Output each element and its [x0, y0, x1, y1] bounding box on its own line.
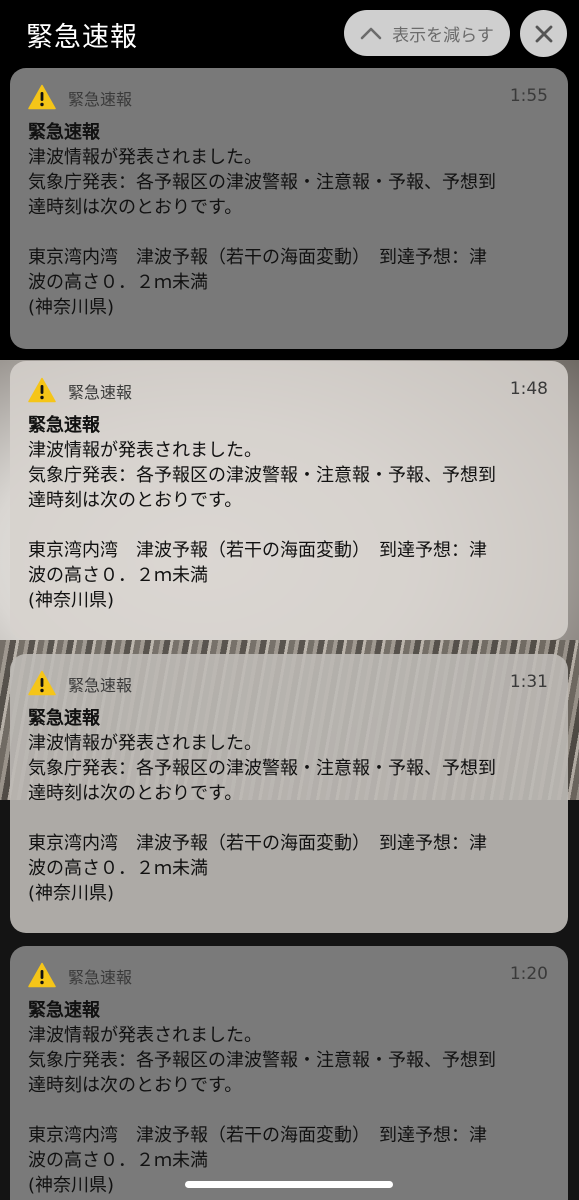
notification-time: 1:31: [509, 672, 548, 692]
notification-body-line: 波の高さ０．２ｍ未満: [28, 858, 208, 879]
notification-body-line: 気象庁発表：各予報区の津波警報・注意報・予報、予想到: [28, 1050, 496, 1071]
notification-body-line: 達時刻は次のとおりです。: [28, 1075, 243, 1096]
notification-card[interactable]: 緊急速報 1:48 緊急速報 津波情報が発表されました。 気象庁発表：各予報区の…: [10, 361, 568, 640]
clear-group-button[interactable]: [520, 10, 567, 57]
notification-time: 1:48: [509, 379, 548, 399]
notification-body-line: 達時刻は次のとおりです。: [28, 197, 243, 218]
notification-time: 1:55: [509, 86, 548, 106]
notification-body-line: 東京湾内湾 津波予報（若干の海面変動） 到達予想：津: [28, 540, 487, 561]
notification-body-line: 津波情報が発表されました。: [28, 147, 262, 168]
notification-app-name: 緊急速報: [68, 968, 133, 987]
notification-title: 緊急速報: [28, 122, 100, 143]
notification-title: 緊急速報: [28, 1000, 100, 1021]
notification-body-line: (神奈川県): [28, 297, 115, 318]
notification-body-line: 達時刻は次のとおりです。: [28, 783, 243, 804]
notification-body-line: (神奈川県): [28, 883, 115, 904]
notification-card[interactable]: 緊急速報 1:20 緊急速報 津波情報が発表されました。 気象庁発表：各予報区の…: [10, 946, 568, 1200]
notification-card[interactable]: 緊急速報 1:31 緊急速報 津波情報が発表されました。 気象庁発表：各予報区の…: [10, 654, 568, 933]
chevron-up-icon: [360, 27, 382, 40]
notification-app-name: 緊急速報: [68, 676, 133, 695]
warning-triangle-icon: [28, 962, 56, 988]
show-less-label: 表示を減らす: [392, 25, 494, 46]
notification-body-line: 津波情報が発表されました。: [28, 1025, 262, 1046]
notification-title: 緊急速報: [28, 708, 100, 729]
notification-body-line: 気象庁発表：各予報区の津波警報・注意報・予報、予想到: [28, 172, 496, 193]
notification-time: 1:20: [509, 964, 548, 984]
notification-body-line: 津波情報が発表されました。: [28, 440, 262, 461]
group-title: 緊急速報: [26, 22, 138, 53]
show-less-button[interactable]: 表示を減らす: [344, 10, 510, 56]
home-indicator[interactable]: [185, 1181, 393, 1188]
notification-group-header: 緊急速報 表示を減らす: [0, 0, 579, 62]
notification-app-name: 緊急速報: [68, 90, 133, 109]
notification-body-line: 達時刻は次のとおりです。: [28, 490, 243, 511]
warning-triangle-icon: [28, 670, 56, 696]
notification-body-line: 東京湾内湾 津波予報（若干の海面変動） 到達予想：津: [28, 833, 487, 854]
notification-app-name: 緊急速報: [68, 383, 133, 402]
notification-body-line: 波の高さ０．２ｍ未満: [28, 1150, 208, 1171]
notification-body-line: 津波情報が発表されました。: [28, 733, 262, 754]
warning-triangle-icon: [28, 377, 56, 403]
notification-body-line: (神奈川県): [28, 590, 115, 611]
notification-body-line: 波の高さ０．２ｍ未満: [28, 565, 208, 586]
notification-body-line: 波の高さ０．２ｍ未満: [28, 272, 208, 293]
notification-body-line: 東京湾内湾 津波予報（若干の海面変動） 到達予想：津: [28, 1125, 487, 1146]
notification-title: 緊急速報: [28, 415, 100, 436]
notification-card[interactable]: 緊急速報 1:55 緊急速報 津波情報が発表されました。 気象庁発表：各予報区の…: [10, 68, 568, 349]
notification-body-line: 気象庁発表：各予報区の津波警報・注意報・予報、予想到: [28, 465, 496, 486]
notification-body-line: 東京湾内湾 津波予報（若干の海面変動） 到達予想：津: [28, 247, 487, 268]
warning-triangle-icon: [28, 84, 56, 110]
close-icon: [535, 25, 552, 42]
notification-body-line: 気象庁発表：各予報区の津波警報・注意報・予報、予想到: [28, 758, 496, 779]
